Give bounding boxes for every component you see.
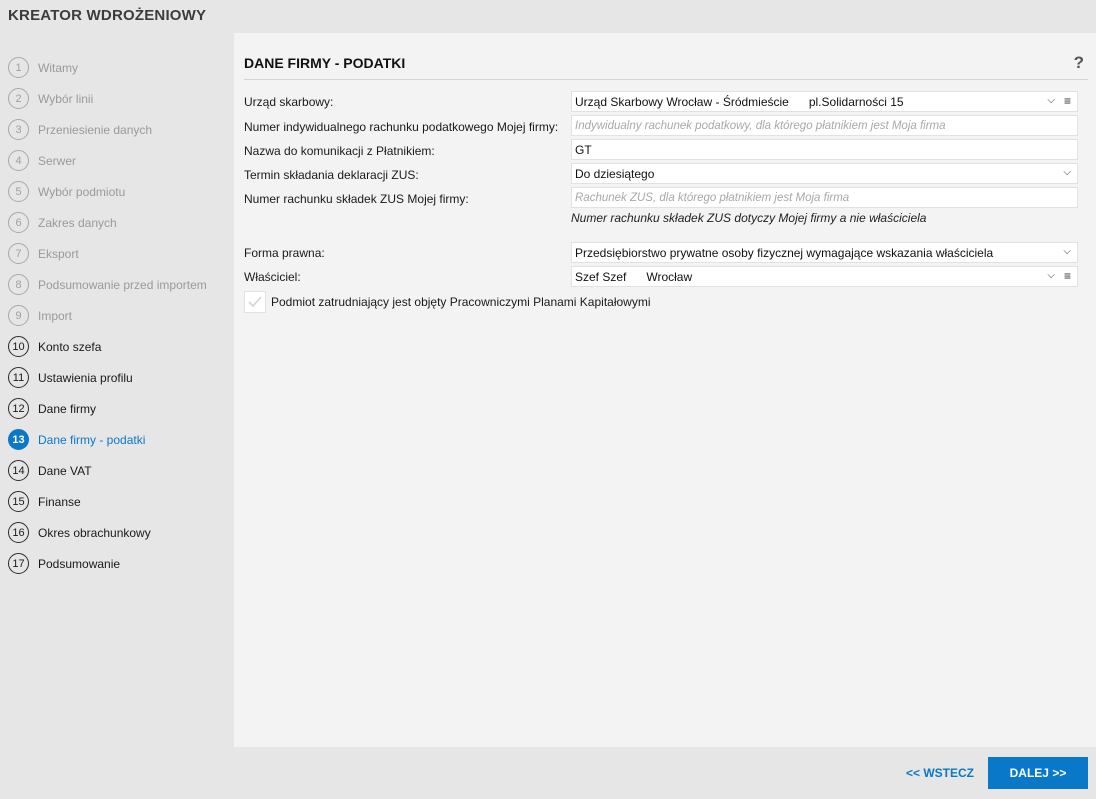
- owner-select[interactable]: Szef Szef Wrocław ⌵ ≡: [571, 266, 1078, 287]
- wizard-step[interactable]: 3 Przeniesienie danych: [8, 114, 232, 145]
- page-title: DANE FIRMY - PODATKI: [244, 55, 406, 71]
- wizard-step[interactable]: 14 Dane VAT: [8, 455, 232, 486]
- legal-form-select[interactable]: Przedsiębiorstwo prywatne osoby fizyczne…: [571, 242, 1078, 263]
- step-number: 6: [8, 212, 29, 233]
- step-number: 5: [8, 181, 29, 202]
- zus-deadline-label: Termin składania deklaracji ZUS:: [244, 168, 419, 182]
- step-label: Okres obrachunkowy: [38, 525, 151, 540]
- list-menu-icon[interactable]: ≡: [1064, 269, 1071, 283]
- tax-office-name: Urząd Skarbowy Wrocław - Śródmieście: [575, 94, 789, 109]
- next-button[interactable]: DALEJ >>: [988, 757, 1088, 789]
- wizard-step[interactable]: 8 Podsumowanie przed importem: [8, 269, 232, 300]
- step-number: 8: [8, 274, 29, 295]
- step-number: 2: [8, 88, 29, 109]
- check-icon: [248, 296, 262, 308]
- help-icon[interactable]: ?: [1074, 53, 1084, 73]
- wizard-step[interactable]: 10 Konto szefa: [8, 331, 232, 362]
- wizard-step[interactable]: 11 Ustawienia profilu: [8, 362, 232, 393]
- step-number: 10: [8, 336, 29, 357]
- step-number: 4: [8, 150, 29, 171]
- main-panel: DANE FIRMY - PODATKI ? Urząd skarbowy: U…: [234, 33, 1096, 747]
- step-label: Konto szefa: [38, 339, 102, 354]
- step-label: Wybór podmiotu: [38, 184, 126, 199]
- step-label: Podsumowanie: [38, 556, 121, 571]
- step-number: 17: [8, 553, 29, 574]
- tax-account-input[interactable]: Indywidualny rachunek podatkowy, dla któ…: [571, 115, 1078, 136]
- ppk-row: Podmiot zatrudniający jest objęty Pracow…: [244, 291, 651, 313]
- zus-account-input[interactable]: Rachunek ZUS, dla którego płatnikiem jes…: [571, 187, 1078, 208]
- step-label: Przeniesienie danych: [38, 122, 153, 137]
- step-label: Import: [38, 308, 73, 323]
- wizard-step[interactable]: 15 Finanse: [8, 486, 232, 517]
- step-number: 15: [8, 491, 29, 512]
- step-label: Dane firmy: [38, 401, 97, 416]
- owner-label: Właściciel:: [244, 270, 301, 284]
- step-label: Witamy: [38, 60, 78, 75]
- wizard-step[interactable]: 5 Wybór podmiotu: [8, 176, 232, 207]
- wizard-step[interactable]: 16 Okres obrachunkowy: [8, 517, 232, 548]
- chevron-down-icon[interactable]: ⌵: [1063, 167, 1071, 178]
- chevron-down-icon[interactable]: ⌵: [1047, 95, 1055, 106]
- zus-account-note: Numer rachunku składek ZUS dotyczy Mojej…: [571, 211, 927, 225]
- ppk-checkbox[interactable]: [244, 291, 266, 313]
- chevron-down-icon[interactable]: ⌵: [1047, 270, 1055, 281]
- zus-deadline-value: Do dziesiątego: [575, 166, 655, 181]
- step-number: 1: [8, 57, 29, 78]
- step-label: Finanse: [38, 494, 81, 509]
- wizard-step[interactable]: 12 Dane firmy: [8, 393, 232, 424]
- tax-office-label: Urząd skarbowy:: [244, 95, 334, 109]
- step-label: Serwer: [38, 153, 77, 168]
- chevron-down-icon[interactable]: ⌵: [1063, 246, 1071, 257]
- step-number: 12: [8, 398, 29, 419]
- wizard-step[interactable]: 7 Eksport: [8, 238, 232, 269]
- legal-form-label: Forma prawna:: [244, 246, 325, 260]
- step-label: Dane firmy - podatki: [38, 432, 146, 447]
- step-number: 3: [8, 119, 29, 140]
- step-number: 9: [8, 305, 29, 326]
- wizard-steps: 1 Witamy 2 Wybór linii 3 Przeniesienie danych…: [8, 52, 232, 579]
- step-number: 13: [8, 429, 29, 450]
- title-divider: [244, 79, 1088, 80]
- wizard-step[interactable]: 1 Witamy: [8, 52, 232, 83]
- step-number: 7: [8, 243, 29, 264]
- app-title: KREATOR WDROŻENIOWY: [8, 7, 207, 24]
- payer-name-input[interactable]: GT: [571, 139, 1078, 160]
- step-label: Dane VAT: [38, 463, 92, 478]
- zus-deadline-select[interactable]: Do dziesiątego ⌵: [571, 163, 1078, 184]
- list-menu-icon[interactable]: ≡: [1064, 94, 1071, 108]
- back-button[interactable]: << WSTECZ: [906, 766, 974, 780]
- step-number: 14: [8, 460, 29, 481]
- payer-name-label: Nazwa do komunikacji z Płatnikiem:: [244, 144, 435, 158]
- wizard-step[interactable]: 4 Serwer: [8, 145, 232, 176]
- step-label: Podsumowanie przed importem: [38, 277, 207, 292]
- step-label: Eksport: [38, 246, 79, 261]
- step-label: Wybór linii: [38, 91, 94, 106]
- wizard-step[interactable]: 2 Wybór linii: [8, 83, 232, 114]
- wizard-step[interactable]: 13 Dane firmy - podatki: [8, 424, 232, 455]
- owner-name: Szef Szef: [575, 269, 627, 284]
- wizard-step[interactable]: 9 Import: [8, 300, 232, 331]
- ppk-label: Podmiot zatrudniający jest objęty Pracow…: [271, 295, 651, 309]
- wizard-step[interactable]: 6 Zakres danych: [8, 207, 232, 238]
- step-number: 11: [8, 367, 29, 388]
- tax-account-label: Numer indywidualnego rachunku podatkoweg…: [244, 120, 559, 134]
- step-label: Zakres danych: [38, 215, 117, 230]
- owner-city: Wrocław: [646, 269, 693, 284]
- step-label: Ustawienia profilu: [38, 370, 133, 385]
- legal-form-value: Przedsiębiorstwo prywatne osoby fizyczne…: [575, 245, 994, 260]
- wizard-step[interactable]: 17 Podsumowanie: [8, 548, 232, 579]
- tax-office-address: pl.Solidarności 15: [808, 94, 904, 109]
- step-number: 16: [8, 522, 29, 543]
- zus-account-label: Numer rachunku składek ZUS Mojej firmy:: [244, 192, 469, 206]
- tax-office-select[interactable]: Urząd Skarbowy Wrocław - Śródmieście pl.…: [571, 91, 1078, 112]
